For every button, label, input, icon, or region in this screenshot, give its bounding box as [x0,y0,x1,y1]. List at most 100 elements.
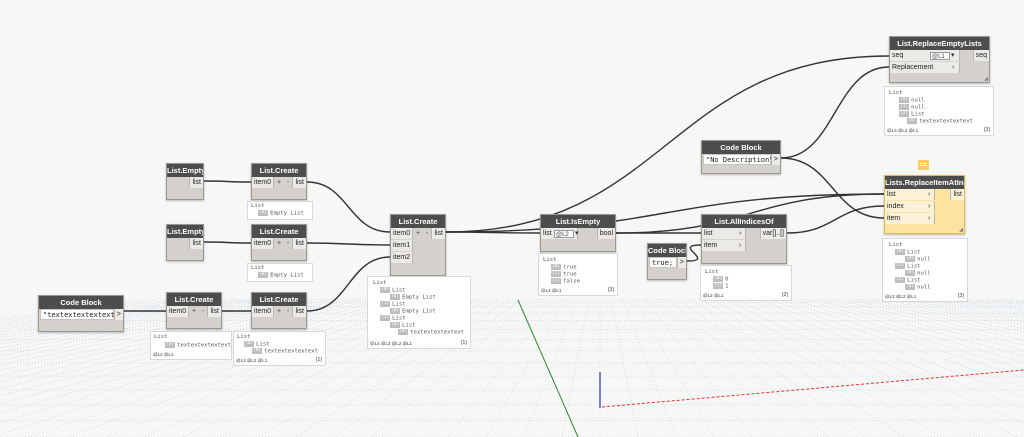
chevron-down-icon[interactable]: ▾ [951,50,955,62]
add-input-button[interactable]: + [275,306,283,318]
output-port-list[interactable]: list [189,177,203,188]
preview-list-create-2: List [0] Empty List [247,263,313,282]
resize-grip-icon[interactable]: ◢ [959,227,963,233]
lacing-selector[interactable]: @L2 [554,230,574,238]
preview-line: [2] List [899,111,925,118]
preview-line: List [373,280,387,286]
input-port-item2[interactable]: item2 [391,252,413,263]
grid-line [725,299,1019,437]
node-list-create-2[interactable]: List.Create item0 + - list [251,224,307,261]
lacing-selector[interactable]: @L1 [930,52,950,60]
preview-count: {3} [983,127,990,133]
add-input-button[interactable]: + [414,228,422,240]
output-port-list[interactable]: list [189,238,203,249]
node-list-empty-2[interactable]: List.Empty list [166,224,204,261]
input-port-item0[interactable]: item0 [167,306,189,317]
input-port-item0[interactable]: item0 [391,228,413,239]
node-code-block-2[interactable]: Code Block true; > [647,243,687,280]
remove-input-button[interactable]: - [423,228,431,240]
node-title: List.Empty [167,164,203,177]
preview-list-create-1: List [0] Empty List [247,201,313,220]
output-port-list[interactable]: list [950,189,964,200]
preview-line: [0] Empty List [390,294,436,301]
preview-line: [0] List [390,322,416,329]
chevron-right-icon: › [739,230,742,237]
grid-line [930,299,1024,317]
output-port-list[interactable]: list [292,177,306,188]
preview-line: [1] 1 [713,283,729,290]
node-list-create-main[interactable]: List.Create item0 + - list item1 item2 [390,214,446,276]
node-list-create-1[interactable]: List.Create item0 + - list [251,163,307,200]
background-grid [0,299,1024,437]
preview-level-footer: @L3 @L2 @L1 [236,358,268,363]
resize-grip-icon[interactable]: ◢ [984,76,988,82]
node-list-allindicesof[interactable]: List.AllIndicesOf list › var[]..[] item … [701,214,787,264]
remove-input-button[interactable]: - [199,306,207,318]
preview-line: [0] null [905,270,931,277]
axis-y-line [517,299,579,437]
output-port-list[interactable]: list [292,306,306,317]
node-code-block-3[interactable]: Code Block "No Description"; > [701,140,781,174]
remove-input-button[interactable]: - [284,306,292,318]
preview-line: [0] textextextextext [165,342,232,349]
node-lists-replaceitematindex[interactable]: Lists.ReplaceItemAtIndex list › list ind… [884,175,965,234]
preview-list-replaceemptylists: List [0] null [1] null [2] List [0] textexte… [884,86,994,136]
preview-count: {3} [607,287,614,293]
chevron-right-icon: › [928,215,931,222]
preview-line: List [543,257,557,263]
output-port-var[interactable]: var[]..[] [759,228,786,239]
preview-line: [0] List [380,287,406,294]
preview-list-isempty: List [0] true [1] true [2] false @L2 @L1 {3… [538,253,618,296]
output-port[interactable]: > [770,154,780,165]
node-title: List.Create [252,293,306,306]
preview-count: {3} [957,293,964,299]
code-editor[interactable]: "No Description"; [703,154,778,165]
node-code-block-1[interactable]: Code Block "textextextextext"; > [38,295,124,332]
note-icon[interactable] [918,160,929,170]
preview-level-footer: @L2 @L1 [153,352,174,357]
preview-line: [0] Empty List [258,210,304,217]
output-port[interactable]: > [676,257,686,268]
node-list-replaceemptylists[interactable]: List.ReplaceEmptyLists seq @L1 ▾ seq Rep… [889,36,990,83]
chevron-right-icon: › [739,242,742,249]
input-port-item1[interactable]: item1 [391,240,413,251]
graph-canvas[interactable]: List.Empty list List.Empty list Code Blo… [0,0,1024,437]
add-input-button[interactable]: + [190,306,198,318]
node-list-create-3[interactable]: List.Create item0 + - list [166,292,222,329]
input-port-item0[interactable]: item0 [252,177,274,188]
remove-input-button[interactable]: - [284,238,292,250]
output-port-list[interactable]: list [292,238,306,249]
preview-lists-replaceitematindex: List [0] List [0] null [1] List [0] null [2]… [882,238,968,302]
preview-line: [0] textextextextext [398,329,465,336]
port-label: seq [892,52,904,59]
output-port-seq[interactable]: seq [972,50,989,61]
chevron-down-icon[interactable]: ▾ [575,228,579,240]
grid-line [561,299,589,437]
code-editor[interactable]: true; [649,257,677,268]
preview-line: List [705,269,719,275]
add-input-button[interactable]: + [275,177,283,189]
input-port-item0[interactable]: item0 [252,306,274,317]
code-editor[interactable]: "textextextextext"; [40,309,123,320]
chevron-right-icon: › [928,191,931,198]
node-list-isempty[interactable]: List.IsEmpty list @L2 ▾ bool [540,214,616,252]
preview-line: [0] List [895,249,921,256]
preview-line: [0] List [244,341,270,348]
preview-list-create-main: List [0] List [0] Empty List [1] List [0] Em… [367,276,471,349]
output-port-list[interactable]: list [431,228,445,239]
remove-input-button[interactable]: - [284,177,292,189]
add-input-button[interactable]: + [275,238,283,250]
output-port[interactable]: > [113,309,123,320]
preview-level-footer: @L4 @L3 @L2 @L1 [370,341,413,346]
node-list-empty-1[interactable]: List.Empty list [166,163,204,200]
output-port-list[interactable]: list [207,306,221,317]
preview-line: [1] null [899,104,925,111]
preview-level-footer: @L2 @L1 [703,293,724,298]
input-port-item0[interactable]: item0 [252,238,274,249]
input-port-replacement[interactable]: Replacement [890,62,960,73]
preview-line: List [237,334,251,340]
output-port-bool[interactable]: bool [596,228,615,239]
preview-line: [0] true [551,264,577,271]
node-list-create-4[interactable]: List.Create item0 + - list [251,292,307,329]
grid-line [907,299,1024,323]
